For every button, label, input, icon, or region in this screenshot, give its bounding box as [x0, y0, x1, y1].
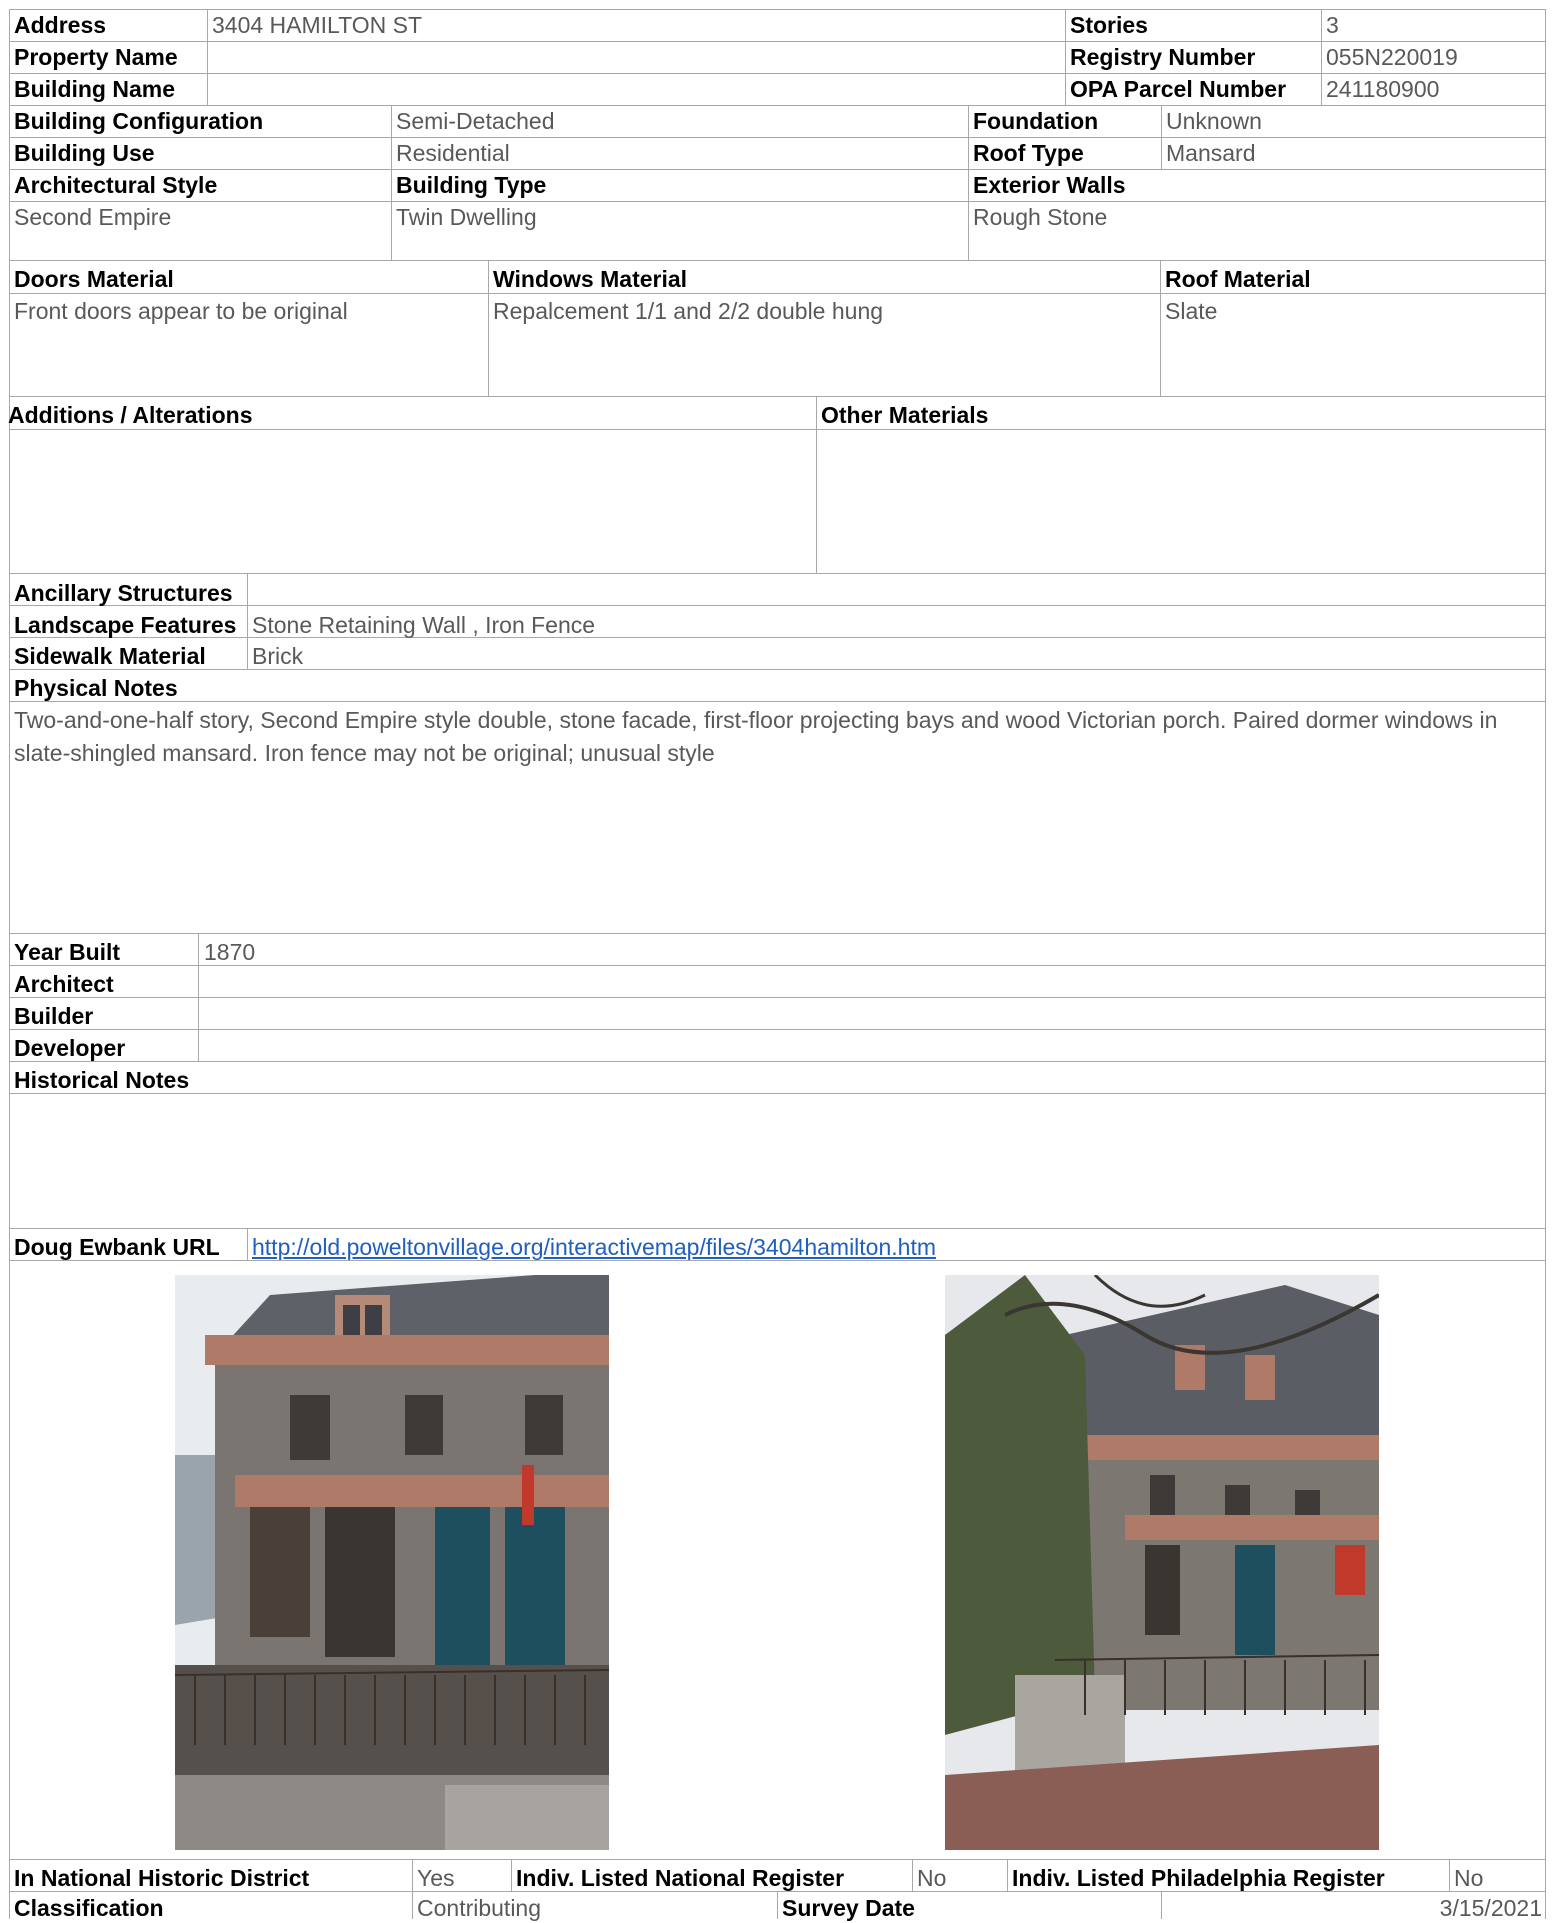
- grid-line: [9, 1029, 1545, 1030]
- historical-notes-label: Historical Notes: [14, 1067, 190, 1093]
- sidewalk-material-label: Sidewalk Material: [14, 643, 206, 669]
- opa-parcel-value: 241180900: [1326, 76, 1440, 102]
- building-type-value: Twin Dwelling: [396, 204, 537, 230]
- national-register-value: No: [917, 1865, 947, 1891]
- opa-parcel-label: OPA Parcel Number: [1070, 76, 1287, 102]
- sidewalk-material-value: Brick: [252, 643, 304, 669]
- grid-line: [9, 396, 1545, 397]
- architect-label: Architect: [14, 971, 114, 997]
- windows-material-label: Windows Material: [493, 266, 688, 292]
- grid-line: [9, 1228, 1545, 1229]
- builder-label: Builder: [14, 1003, 94, 1029]
- exterior-walls-value: Rough Stone: [973, 204, 1108, 230]
- building-side-photo: [945, 1275, 1379, 1850]
- philadelphia-register-label: Indiv. Listed Philadelphia Register: [1012, 1865, 1385, 1891]
- year-built-label: Year Built: [14, 939, 121, 965]
- building-type-label: Building Type: [396, 172, 547, 198]
- stories-label: Stories: [1070, 12, 1148, 38]
- national-historic-district-value: Yes: [417, 1865, 455, 1891]
- building-front-photo: [175, 1275, 609, 1850]
- grid-line: [9, 997, 1545, 998]
- stories-value: 3: [1326, 12, 1339, 38]
- roof-type-value: Mansard: [1166, 140, 1256, 166]
- landscape-features-value: Stone Retaining Wall , Iron Fence: [252, 612, 596, 638]
- foundation-value: Unknown: [1166, 108, 1262, 134]
- doors-material-value: Front doors appear to be original: [14, 298, 348, 324]
- doug-ewbank-url-label: Doug Ewbank URL: [14, 1234, 220, 1260]
- architectural-style-label: Architectural Style: [14, 172, 218, 198]
- address-label: Address: [14, 12, 107, 38]
- year-built-value: 1870: [204, 939, 256, 965]
- ancillary-structures-label: Ancillary Structures: [14, 580, 233, 606]
- grid-line: [9, 1859, 1545, 1860]
- roof-material-label: Roof Material: [1165, 266, 1311, 292]
- roof-type-label: Roof Type: [973, 140, 1084, 166]
- building-use-label: Building Use: [14, 140, 155, 166]
- windows-material-value: Repalcement 1/1 and 2/2 double hung: [493, 298, 884, 324]
- property-name-label: Property Name: [14, 44, 178, 70]
- building-use-value: Residential: [396, 140, 510, 166]
- architectural-style-value: Second Empire: [14, 204, 172, 230]
- building-configuration-value: Semi-Detached: [396, 108, 555, 134]
- other-materials-label: Other Materials: [821, 402, 989, 428]
- exterior-walls-label: Exterior Walls: [973, 172, 1126, 198]
- grid-line: [198, 933, 199, 1061]
- doug-ewbank-url-link[interactable]: http://old.poweltonvillage.org/interacti…: [248, 1232, 1538, 1262]
- physical-notes-value: Two-and-one-half story, Second Empire st…: [14, 707, 1498, 766]
- address-value: 3404 HAMILTON ST: [212, 12, 423, 38]
- national-historic-district-label: In National Historic District: [14, 1865, 310, 1891]
- building-name-label: Building Name: [14, 76, 176, 102]
- national-register-label: Indiv. Listed National Register: [516, 1865, 845, 1891]
- building-configuration-label: Building Configuration: [14, 108, 264, 134]
- grid-line: [9, 260, 1545, 261]
- doors-material-label: Doors Material: [14, 266, 174, 292]
- developer-label: Developer: [14, 1035, 126, 1061]
- landscape-features-label: Landscape Features: [14, 612, 237, 638]
- additions-alterations-label: Additions / Alterations: [8, 402, 253, 428]
- grid-line: [9, 1061, 1545, 1062]
- grid-line: [9, 933, 1545, 934]
- grid-line: [9, 573, 1545, 574]
- foundation-label: Foundation: [973, 108, 1099, 134]
- roof-material-value: Slate: [1165, 298, 1218, 324]
- physical-notes-label: Physical Notes: [14, 675, 178, 701]
- grid-line: [1545, 9, 1546, 1919]
- registry-number-label: Registry Number: [1070, 44, 1256, 70]
- registry-number-value: 055N220019: [1326, 44, 1458, 70]
- philadelphia-register-value: No: [1454, 1865, 1484, 1891]
